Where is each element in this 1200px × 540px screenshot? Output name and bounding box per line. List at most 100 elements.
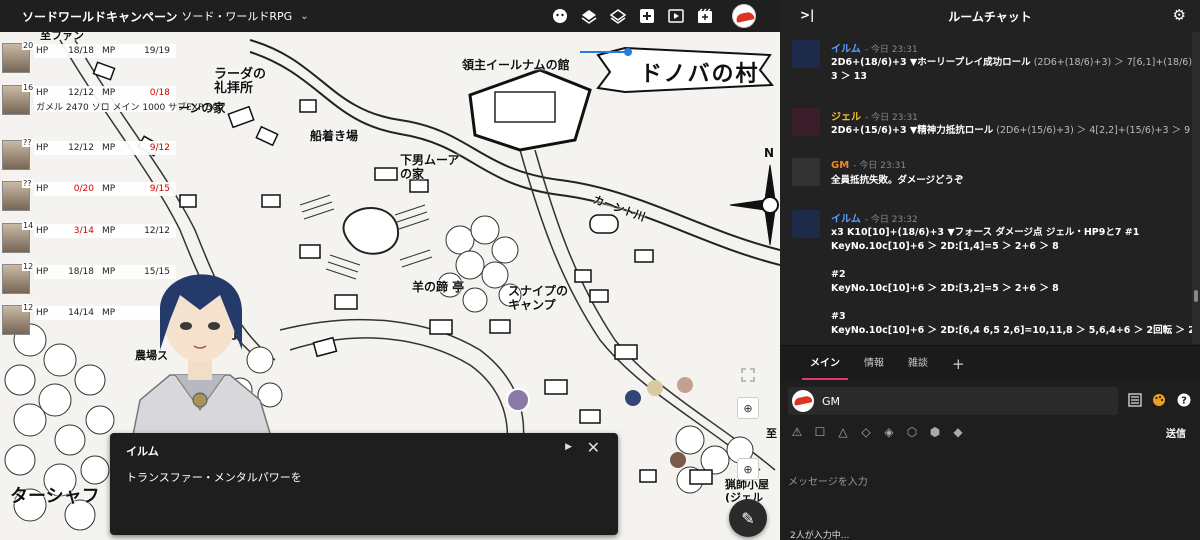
initiative-value: 12 bbox=[22, 303, 35, 312]
message-body: x3 K10[10]+(18/6)+3 ▼フォース ダメージ点 ジェル・HP9と… bbox=[831, 226, 1192, 338]
character-row[interactable]: ?? HP 0/20 MP 9/15 bbox=[0, 179, 178, 219]
initiative-value: ?? bbox=[22, 138, 33, 147]
hp-label: HP bbox=[36, 143, 49, 153]
layers-outline-icon[interactable] bbox=[610, 8, 626, 24]
hp-value: 18/18 bbox=[68, 46, 94, 56]
video-icon[interactable] bbox=[668, 8, 684, 24]
speaker-name: GM bbox=[822, 394, 841, 408]
dice-toolbar: ⚠ ☐ △ ◇ ◈ ⬡ ⬢ ◆ bbox=[790, 425, 965, 439]
collapse-panel-icon[interactable]: >| bbox=[800, 8, 814, 22]
room-title[interactable]: ソードワールドキャンペーン bbox=[22, 8, 177, 25]
d20-dice-icon[interactable]: ◆ bbox=[951, 425, 965, 439]
character-stats: HP 18/18 MP 19/19 bbox=[34, 44, 176, 58]
character-row[interactable]: 16 HP 12/12 MP 0/18 ガメル 2470 ソロ メイン 1000 サブEX… bbox=[0, 83, 223, 123]
chat-scrollbar[interactable] bbox=[1192, 32, 1200, 344]
chevron-down-icon[interactable]: ⌄ bbox=[300, 11, 308, 22]
fullscreen-icon[interactable] bbox=[737, 364, 759, 386]
chat-tabs: メイン 情報 雑談 + bbox=[780, 345, 1200, 381]
dialog-text: トランスファー・メンタルパワーを bbox=[126, 471, 302, 484]
add-tab-button[interactable]: + bbox=[952, 346, 965, 382]
checkbox-icon[interactable]: ☐ bbox=[813, 425, 827, 439]
dialog-speaker-name: イルム bbox=[126, 445, 159, 458]
chat-log[interactable]: イルム - 今日 23:31 2D6+(18/6)+3 ▼ホーリープレイ成功ロール … bbox=[780, 32, 1192, 344]
character-stats: HP 12/12 MP 0/18 bbox=[34, 86, 176, 100]
map-label-east-road: 至 bbox=[766, 427, 777, 440]
message-line: 2D6+(15/6)+3 ▼精神力抵抗ロール (2D6+(15/6)+3) ＞ … bbox=[831, 124, 1190, 138]
gear-icon[interactable]: ⚙ bbox=[1173, 6, 1186, 24]
message-command: 2D6+(15/6)+3 ▼精神力抵抗ロール bbox=[831, 125, 994, 136]
message-result: (2D6+(18/6)+3) ＞ 7[6,1]+(18/6)+ bbox=[1030, 57, 1192, 68]
palette-icon[interactable] bbox=[1152, 393, 1166, 411]
d4-dice-icon[interactable]: △ bbox=[836, 425, 850, 439]
message-avatar bbox=[792, 40, 820, 68]
typing-status: 2人が入力中... bbox=[790, 531, 850, 540]
room-system-name[interactable]: ソード・ワールドRPG bbox=[181, 8, 292, 24]
tab-info[interactable]: 情報 bbox=[864, 346, 884, 382]
message-command: #2 bbox=[831, 269, 846, 280]
sender-name: ジェル bbox=[831, 112, 861, 123]
user-avatar-icon[interactable] bbox=[732, 4, 756, 28]
message-sender: ジェル - 今日 23:31 bbox=[831, 108, 918, 123]
svg-text:?: ? bbox=[1181, 396, 1187, 407]
message-line bbox=[831, 254, 1185, 268]
app-root: ドノバの村 領主イールナムの館 ラーダの礼拝所 船着き場 下男ムーアの家 ーンの… bbox=[0, 0, 1200, 540]
message-line: 2D6+(18/6)+3 ▼ホーリープレイ成功ロール (2D6+(18/6)+3… bbox=[831, 56, 1192, 70]
d8-dice-icon[interactable]: ◈ bbox=[882, 425, 896, 439]
speaker-selector[interactable]: GM bbox=[788, 387, 1118, 415]
character-row[interactable]: 20 HP 18/18 MP 19/19 bbox=[0, 41, 178, 81]
character-stats: HP 12/12 MP 9/12 bbox=[34, 141, 176, 155]
map-label-house-muara: 下男ムーアの家 bbox=[400, 153, 460, 181]
message-result: (2D6+(15/6)+3) ＞ 4[2,2]+(15/6)+3 ＞ 9 bbox=[993, 125, 1191, 136]
message-line bbox=[831, 296, 1185, 310]
message-sender: イルム - 今日 23:32 bbox=[831, 210, 918, 225]
d10-dice-icon[interactable]: ⬡ bbox=[905, 425, 919, 439]
message-avatar bbox=[792, 158, 820, 186]
chat-header: >| ルームチャット ⚙ bbox=[780, 0, 1200, 32]
map-label-dock: 船着き場 bbox=[310, 129, 359, 143]
scrollbar-thumb[interactable] bbox=[1194, 290, 1198, 302]
tab-chatter[interactable]: 雑談 bbox=[908, 346, 928, 382]
initiative-value: 14 bbox=[22, 221, 35, 230]
hp-value: 0/20 bbox=[73, 184, 94, 194]
add-box-icon[interactable] bbox=[639, 8, 655, 24]
zoom-in-button[interactable]: ⊕ bbox=[737, 397, 759, 419]
message-line: 全員抵抗失敗。ダメージどうぞ bbox=[831, 174, 1185, 188]
map-board[interactable]: ドノバの村 領主イールナムの館 ラーダの礼拝所 船着き場 下男ムーアの家 ーンの… bbox=[0, 0, 780, 540]
message-command: #3 bbox=[831, 311, 846, 322]
d6-dice-icon[interactable]: ◇ bbox=[859, 425, 873, 439]
mp-value: 9/15 bbox=[149, 184, 170, 194]
hp-label: HP bbox=[36, 46, 49, 56]
tab-main[interactable]: メイン bbox=[802, 346, 848, 382]
character-extra-info: ガメル 2470 ソロ メイン 1000 サブEXP 500 bbox=[34, 100, 223, 113]
face-icon[interactable] bbox=[552, 8, 568, 24]
character-stats: HP 3/14 MP 12/12 bbox=[34, 224, 176, 238]
message-line: #3 bbox=[831, 310, 1185, 324]
list-icon[interactable] bbox=[1128, 393, 1142, 411]
mp-label: MP bbox=[102, 88, 116, 98]
speaker-avatar-icon bbox=[792, 390, 814, 412]
play-arrow-icon[interactable]: ▶ bbox=[565, 442, 572, 452]
warning-icon[interactable]: ⚠ bbox=[790, 425, 804, 439]
message-line: KeyNo.10c[10]+6 ＞ 2D:[6,4 6,5 2,6]=10,11… bbox=[831, 324, 1192, 338]
message-sender: イルム - 今日 23:31 bbox=[831, 40, 918, 55]
zoom-in-icon: ⊕ bbox=[743, 401, 753, 415]
message-body: 2D6+(18/6)+3 ▼ホーリープレイ成功ロール (2D6+(18/6)+3… bbox=[831, 56, 1192, 84]
d12-dice-icon[interactable]: ⬢ bbox=[928, 425, 942, 439]
mp-label: MP bbox=[102, 46, 116, 56]
map-label-sw-place: ターシャフ bbox=[10, 486, 100, 507]
hp-label: HP bbox=[36, 267, 49, 277]
character-row[interactable]: ?? HP 12/12 MP 9/12 bbox=[0, 138, 178, 178]
movie-icon[interactable] bbox=[697, 8, 713, 24]
help-icon[interactable]: ? bbox=[1177, 393, 1191, 411]
layers-icon[interactable] bbox=[581, 8, 597, 24]
close-icon[interactable]: ✕ bbox=[587, 438, 600, 457]
edit-fab-button[interactable]: ✎ bbox=[729, 499, 767, 537]
send-button[interactable]: 送信 bbox=[1166, 425, 1186, 440]
map-label-snipe-camp: スナイプの キャンプ bbox=[508, 284, 569, 312]
mp-value: 0/18 bbox=[149, 88, 170, 98]
topbar-tools bbox=[552, 0, 756, 32]
zoom-out-button[interactable]: ⊕ bbox=[737, 458, 759, 480]
chat-input-area: GM ? ⚠ ☐ △ ◇ ◈ ⬡ ⬢ ◆ 送信 2人が入 bbox=[780, 381, 1200, 540]
message-input[interactable] bbox=[780, 447, 1200, 517]
hp-value: 3/14 bbox=[73, 226, 94, 236]
